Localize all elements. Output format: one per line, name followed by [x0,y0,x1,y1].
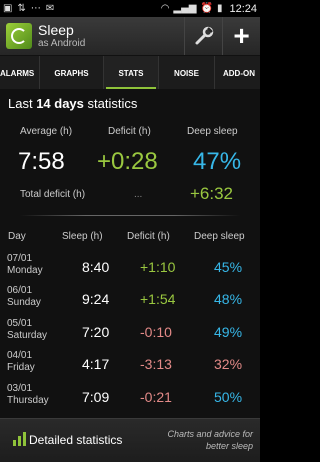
tab-add-on[interactable]: ADD-ON [215,56,260,90]
deep-sleep-label: Deep sleep [187,126,238,137]
status-time: 12:24 [229,2,257,15]
detailed-statistics-bar[interactable]: Detailed statistics Charts and advice fo… [0,418,260,462]
row-deficit: -3:13 [140,356,172,372]
app-logo-icon[interactable] [6,23,32,49]
promo-text: Charts and advice for better sleep [167,429,253,451]
deficit-value: +0:28 [97,148,158,175]
column-header-deficit: Deficit (h) [127,231,170,242]
status-bar: ▣ ⇅ ⋯ ✉ ◠ ▂▄▆ ⏰ ▮ 12:24 [0,0,260,17]
total-deficit-label: Total deficit (h) [20,189,86,200]
gmail-icon: ✉ [45,3,55,14]
stats-content: Last 14 days statistics Average (h) Defi… [0,89,260,418]
row-sleep: 8:40 [82,259,110,275]
add-button[interactable]: + [222,17,260,55]
app-subtitle: as Android [38,38,86,49]
row-sleep: 7:09 [82,389,110,405]
row-deficit: -0:21 [140,389,172,405]
column-header-deep-sleep: Deep sleep [194,231,245,242]
row-date: 03/01 Thursday [7,383,49,406]
divider [20,215,240,216]
nfc-icon: ⋯ [30,3,41,14]
row-deep-sleep: 50% [214,389,243,405]
app-title: Sleep [38,22,74,38]
bar-chart-icon [13,432,27,446]
deficit-label: Deficit (h) [108,126,151,137]
table-row: 03/01 Thursday 7:09 -0:21 50% [0,383,260,423]
total-deficit-value: +6:32 [190,184,234,203]
settings-button[interactable] [184,17,222,55]
tab-bar: ALARMS GRAPHS STATS NOISE ADD-ON [0,55,260,90]
row-sleep: 4:17 [82,356,110,372]
wrench-icon [195,26,213,45]
average-value: 7:58 [18,148,65,175]
row-date: 05/01 Saturday [7,318,48,341]
action-bar: Sleep as Android + [0,17,260,55]
row-date: 07/01 Monday [7,253,43,276]
row-deficit: -0:10 [140,324,172,340]
row-date: 04/01 Friday [7,350,35,373]
row-deep-sleep: 49% [214,324,243,340]
alarm-icon: ⏰ [200,3,213,14]
row-date: 06/01 Sunday [7,285,41,308]
stats-heading: Last 14 days statistics [8,96,138,111]
deep-sleep-value: 47% [193,148,242,175]
detailed-statistics-label[interactable]: Detailed statistics [29,433,122,447]
plus-icon: + [233,20,250,51]
signal-icon: ▂▄▆ [173,3,197,14]
row-deep-sleep: 48% [214,291,243,307]
row-deficit: +1:10 [140,259,176,275]
tab-noise[interactable]: NOISE [159,56,215,90]
tab-alarms[interactable]: ALARMS [0,56,40,90]
wifi-icon: ◠ [160,3,170,14]
column-header-sleep: Sleep (h) [62,231,103,242]
tab-graphs[interactable]: GRAPHS [40,56,104,90]
row-deficit: +1:54 [140,291,176,307]
column-header-day: Day [8,231,26,242]
row-deep-sleep: 32% [214,356,243,372]
row-deep-sleep: 45% [214,259,243,275]
row-sleep: 7:20 [82,324,110,340]
data-sync-icon: ⇅ [17,3,26,14]
app-notification-icon: ▣ [3,3,13,14]
total-deficit-dots: ... [134,189,143,200]
battery-icon: ▮ [216,3,223,14]
tab-stats[interactable]: STATS [104,56,159,90]
average-label: Average (h) [20,126,73,137]
row-sleep: 9:24 [82,291,110,307]
